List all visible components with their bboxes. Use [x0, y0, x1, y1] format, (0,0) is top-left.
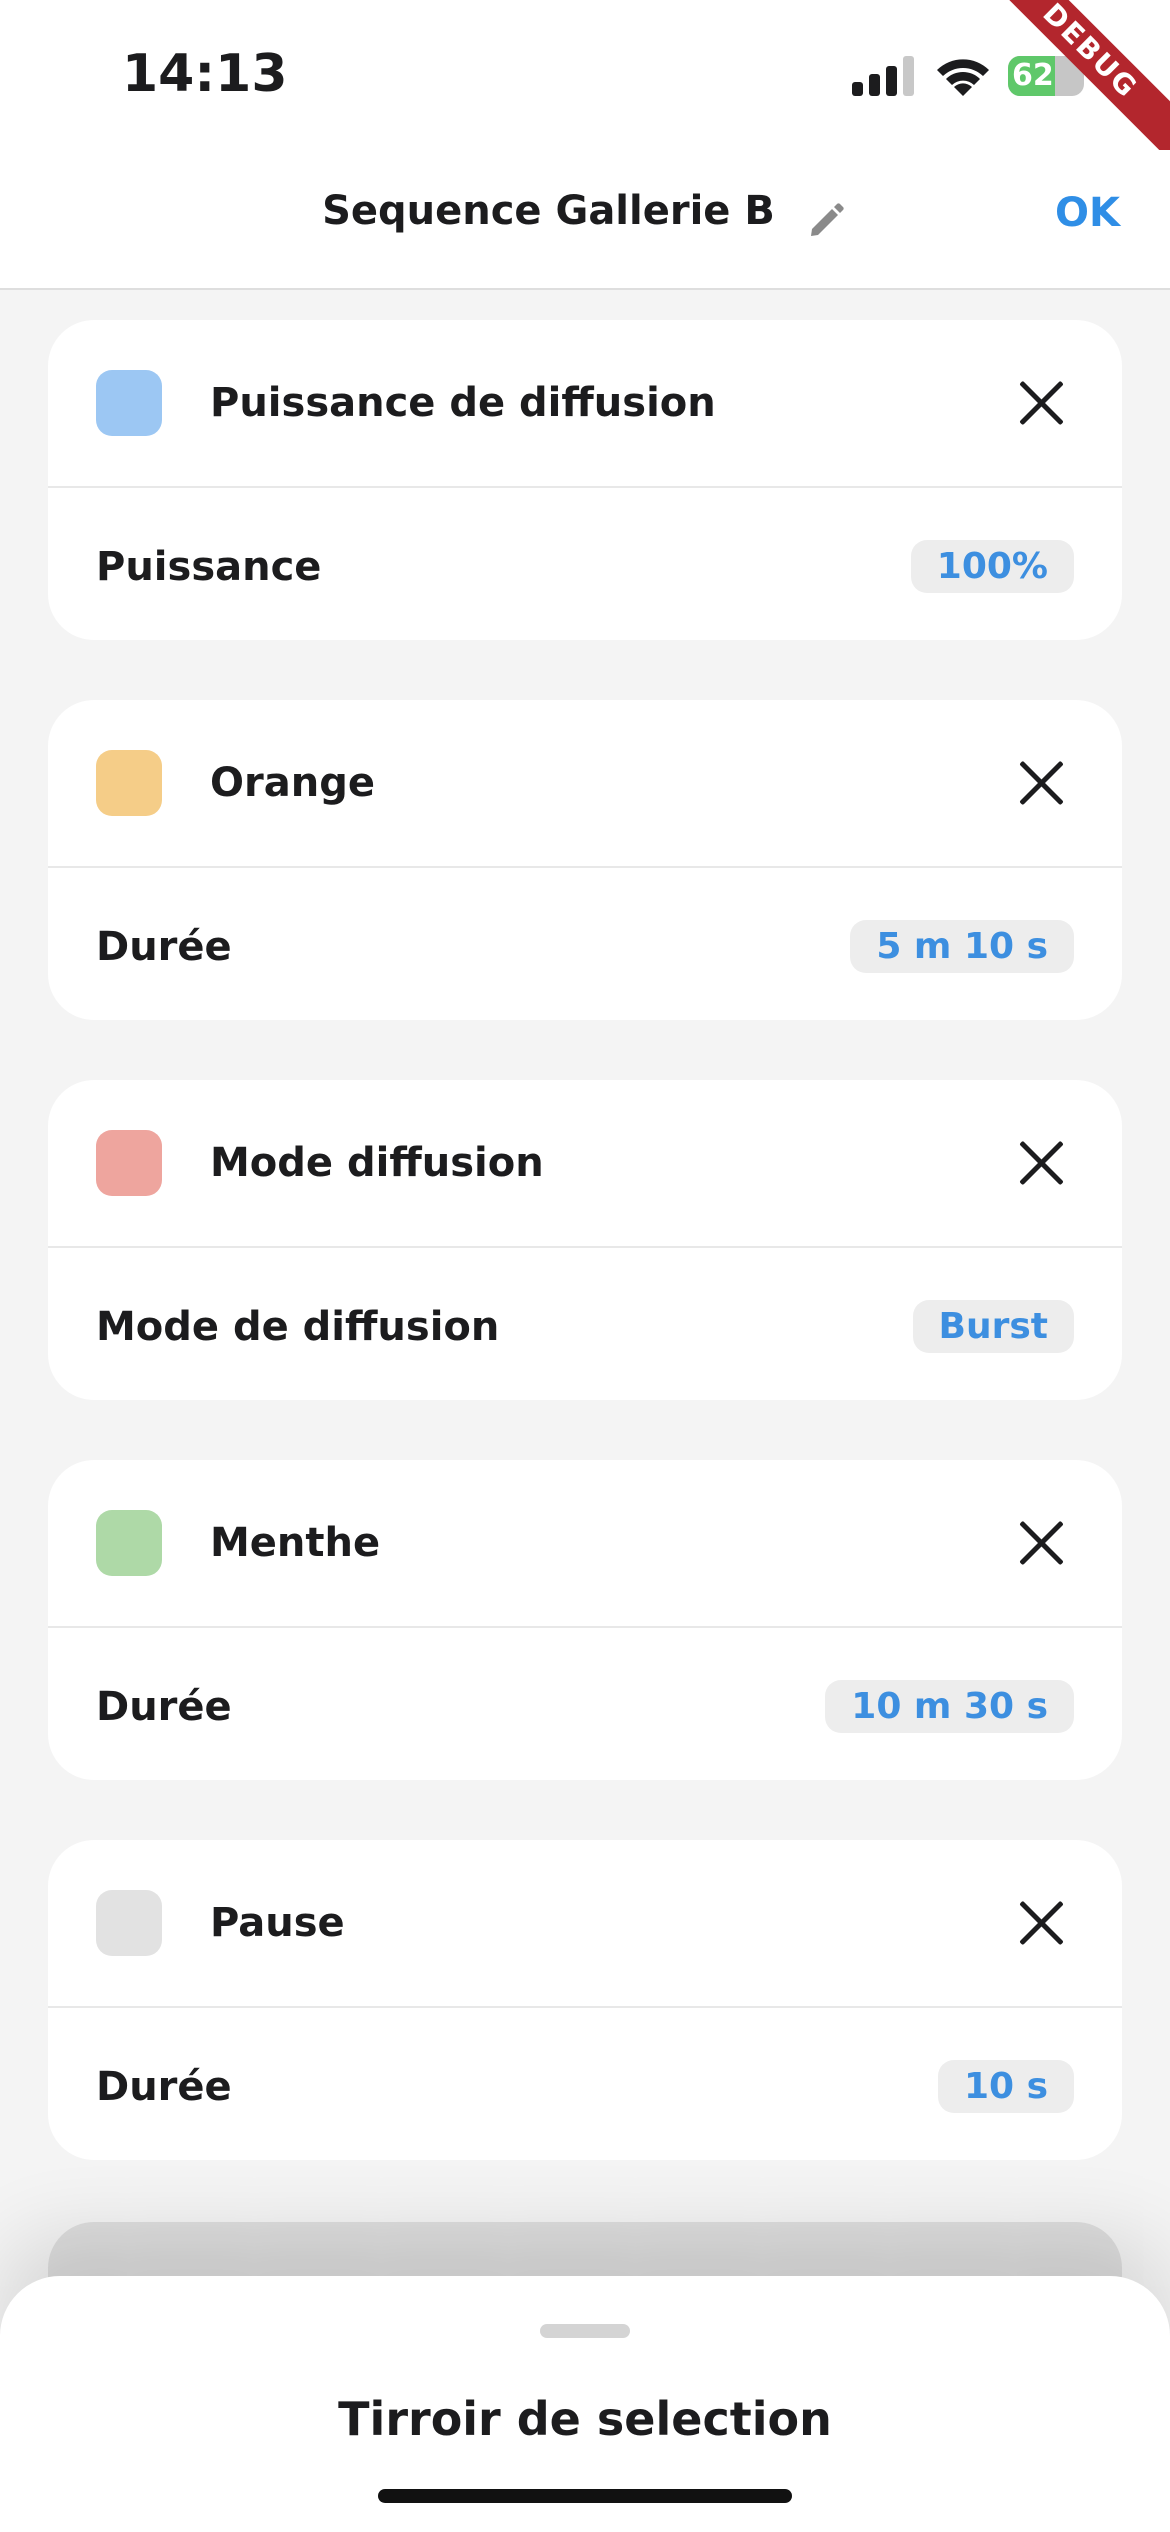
- step-card: Puissance de diffusion Puissance 100%: [48, 320, 1122, 640]
- step-title: Puissance de diffusion: [210, 380, 716, 426]
- close-icon[interactable]: [1016, 1518, 1066, 1568]
- step-card: Mode diffusion Mode de diffusion Burst: [48, 1080, 1122, 1400]
- color-swatch: [96, 750, 162, 816]
- battery-percent: 62: [1012, 58, 1054, 93]
- close-icon[interactable]: [1016, 1138, 1066, 1188]
- screen: 14:13 62 DEBUG Sequence Gallerie B OK Pu…: [0, 0, 1170, 2532]
- status-time: 14:13: [122, 44, 288, 104]
- ok-button[interactable]: OK: [1055, 190, 1120, 236]
- step-card: Menthe Durée 10 m 30 s: [48, 1460, 1122, 1780]
- step-header: Pause: [48, 1840, 1122, 2008]
- step-title: Mode diffusion: [210, 1140, 544, 1186]
- close-icon[interactable]: [1016, 378, 1066, 428]
- pencil-icon[interactable]: [806, 199, 848, 241]
- app-header: Sequence Gallerie B OK: [0, 150, 1170, 290]
- step-header: Orange: [48, 700, 1122, 868]
- status-bar: 14:13 62 DEBUG: [0, 0, 1170, 172]
- step-param-row[interactable]: Durée 5 m 10 s: [48, 870, 1122, 1020]
- step-header: Puissance de diffusion: [48, 320, 1122, 488]
- color-swatch: [96, 1890, 162, 1956]
- page-title: Sequence Gallerie B: [322, 188, 775, 234]
- color-swatch: [96, 1130, 162, 1196]
- step-title: Menthe: [210, 1520, 381, 1566]
- step-title: Orange: [210, 760, 375, 806]
- color-swatch: [96, 1510, 162, 1576]
- close-icon[interactable]: [1016, 758, 1066, 808]
- drawer-handle[interactable]: [540, 2324, 630, 2338]
- step-param-row[interactable]: Puissance 100%: [48, 490, 1122, 640]
- step-card: Pause Durée 10 s: [48, 1840, 1122, 2160]
- param-value-chip[interactable]: 100%: [910, 540, 1074, 593]
- drawer-title: Tirroir de selection: [338, 2392, 832, 2446]
- param-label: Durée: [96, 2064, 232, 2110]
- sequence-list: Puissance de diffusion Puissance 100% Or…: [48, 320, 1122, 2220]
- cellular-signal-icon: [852, 56, 914, 96]
- param-label: Puissance: [96, 544, 322, 590]
- param-value-chip[interactable]: 5 m 10 s: [850, 920, 1074, 973]
- step-param-row[interactable]: Durée 10 m 30 s: [48, 1630, 1122, 1780]
- param-value-chip[interactable]: 10 m 30 s: [825, 1680, 1074, 1733]
- color-swatch: [96, 370, 162, 436]
- param-value-chip[interactable]: Burst: [912, 1300, 1074, 1353]
- param-label: Mode de diffusion: [96, 1304, 500, 1350]
- home-indicator: [378, 2489, 792, 2503]
- step-header: Menthe: [48, 1460, 1122, 1628]
- param-value-chip[interactable]: 10 s: [937, 2060, 1074, 2113]
- step-param-row[interactable]: Durée 10 s: [48, 2010, 1122, 2160]
- wifi-icon: [937, 59, 989, 96]
- param-label: Durée: [96, 924, 232, 970]
- step-title: Pause: [210, 1900, 345, 1946]
- step-header: Mode diffusion: [48, 1080, 1122, 1248]
- close-icon[interactable]: [1016, 1898, 1066, 1948]
- param-label: Durée: [96, 1684, 232, 1730]
- step-card: Orange Durée 5 m 10 s: [48, 700, 1122, 1020]
- step-param-row[interactable]: Mode de diffusion Burst: [48, 1250, 1122, 1400]
